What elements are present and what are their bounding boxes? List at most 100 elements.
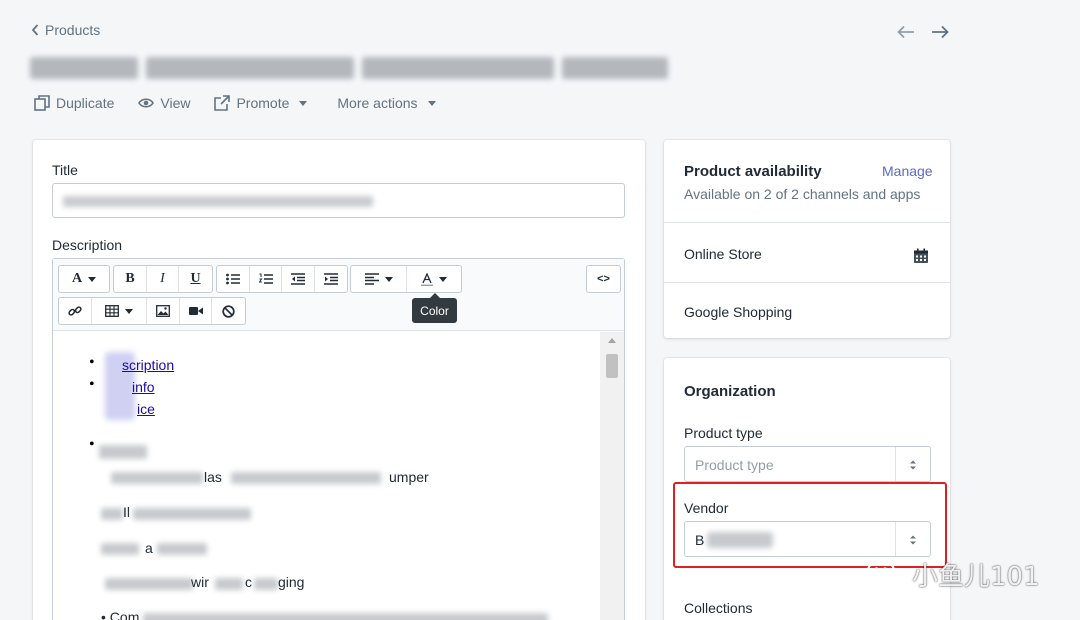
calendar-icon[interactable] bbox=[913, 248, 929, 264]
numbered-list-button[interactable] bbox=[250, 266, 282, 292]
description-label: Description bbox=[52, 237, 123, 253]
page-title-redacted bbox=[30, 55, 676, 81]
caret-down-icon bbox=[125, 308, 133, 314]
vendor-value: B bbox=[695, 532, 705, 548]
redacted-text bbox=[215, 578, 243, 590]
insert-video-button[interactable] bbox=[180, 298, 212, 324]
vendor-value-redacted bbox=[707, 532, 773, 548]
clear-format-button[interactable] bbox=[212, 298, 245, 324]
table-icon bbox=[105, 305, 119, 317]
content-fragment: wir bbox=[191, 574, 209, 590]
content-link-info[interactable]: info bbox=[132, 379, 155, 395]
font-style-label: A bbox=[71, 271, 83, 286]
content-fragment: umper bbox=[389, 469, 429, 485]
external-link-icon bbox=[214, 95, 231, 111]
redacted-text bbox=[101, 508, 123, 520]
video-camera-icon bbox=[188, 307, 203, 315]
numbered-list-icon bbox=[258, 273, 273, 284]
outdent-button[interactable] bbox=[282, 266, 315, 292]
channel-online-store: Online Store bbox=[684, 246, 762, 262]
caret-down-icon bbox=[299, 100, 308, 106]
redacted-text bbox=[231, 472, 381, 484]
caret-down-icon bbox=[427, 100, 436, 106]
content-fragment: c bbox=[245, 574, 252, 590]
image-icon bbox=[156, 305, 170, 317]
block-icon bbox=[222, 304, 235, 318]
bold-button[interactable]: B bbox=[114, 266, 147, 292]
title-input[interactable] bbox=[52, 183, 625, 218]
indent-button[interactable] bbox=[315, 266, 347, 292]
caret-down-icon bbox=[439, 276, 447, 282]
vendor-select[interactable]: B bbox=[684, 521, 931, 557]
content-fragment: • Com bbox=[101, 609, 139, 620]
editor-content-area[interactable]: • • scription info ice • las umper Il a … bbox=[53, 332, 598, 620]
view-label: View bbox=[160, 95, 191, 111]
divider bbox=[664, 222, 950, 223]
next-product-button[interactable] bbox=[930, 22, 950, 42]
content-fragment: a bbox=[145, 540, 153, 556]
insert-group bbox=[58, 297, 246, 325]
arrow-left-icon bbox=[897, 25, 914, 39]
font-group: A bbox=[58, 265, 110, 293]
text-format-group: B I U bbox=[113, 265, 213, 293]
insert-image-button[interactable] bbox=[147, 298, 180, 324]
select-divider bbox=[895, 522, 896, 556]
color-tooltip: Color bbox=[412, 293, 457, 323]
duplicate-icon bbox=[34, 95, 50, 111]
scroll-up-arrow-icon[interactable] bbox=[608, 338, 616, 343]
redacted-text bbox=[105, 578, 193, 590]
product-type-select[interactable]: Product type bbox=[684, 446, 931, 482]
html-source-button[interactable]: <> bbox=[587, 266, 620, 292]
caret-down-icon bbox=[384, 276, 393, 282]
text-color-button[interactable] bbox=[407, 266, 461, 292]
manage-link[interactable]: Manage bbox=[882, 163, 933, 179]
bullet-list-button[interactable] bbox=[217, 266, 250, 292]
content-link-price[interactable]: ice bbox=[137, 401, 155, 417]
italic-button[interactable]: I bbox=[147, 266, 179, 292]
select-arrows-icon bbox=[910, 535, 916, 545]
title-label: Title bbox=[52, 162, 78, 178]
product-actions-bar: Duplicate View Promote More actions bbox=[34, 95, 436, 111]
divider bbox=[664, 282, 950, 283]
arrow-right-icon bbox=[932, 25, 949, 39]
align-group bbox=[350, 265, 462, 293]
list-bullet: • bbox=[89, 354, 95, 371]
wechat-logo-icon bbox=[866, 558, 906, 589]
insert-link-button[interactable] bbox=[59, 298, 92, 324]
promote-label: Promote bbox=[236, 95, 290, 111]
redacted-text bbox=[101, 543, 139, 555]
underline-button[interactable]: U bbox=[179, 266, 212, 292]
watermark: 小鱼儿101 bbox=[866, 556, 1040, 593]
align-button[interactable] bbox=[351, 266, 407, 292]
chevron-left-icon bbox=[31, 24, 39, 36]
previous-product-button[interactable] bbox=[896, 22, 916, 42]
text-color-icon bbox=[421, 272, 433, 286]
editor-scrollbar[interactable] bbox=[600, 332, 624, 620]
content-link-description[interactable]: scription bbox=[122, 357, 174, 373]
duplicate-button[interactable]: Duplicate bbox=[34, 95, 114, 111]
more-actions-button[interactable]: More actions bbox=[337, 95, 436, 111]
vendor-label: Vendor bbox=[684, 500, 729, 516]
content-fragment: ging bbox=[278, 574, 305, 590]
redacted-text bbox=[143, 613, 548, 620]
editor-toolbar: A B I U <> bbox=[53, 259, 624, 331]
organization-title: Organization bbox=[684, 383, 776, 400]
watermark-text: 小鱼儿101 bbox=[912, 562, 1040, 592]
link-icon bbox=[68, 306, 82, 316]
source-group: <> bbox=[586, 265, 621, 293]
align-left-icon bbox=[364, 273, 379, 285]
back-label: Products bbox=[45, 22, 101, 38]
more-actions-label: More actions bbox=[337, 95, 418, 111]
redacted-text bbox=[254, 578, 278, 590]
redacted-text bbox=[133, 508, 251, 520]
promote-button[interactable]: Promote bbox=[214, 95, 308, 111]
list-indent-group bbox=[216, 265, 348, 293]
back-to-products-link[interactable]: Products bbox=[30, 22, 100, 38]
font-style-button[interactable]: A bbox=[59, 266, 109, 292]
availability-subtitle: Available on 2 of 2 channels and apps bbox=[684, 186, 921, 202]
insert-table-button[interactable] bbox=[92, 298, 147, 324]
select-arrows-icon bbox=[910, 460, 916, 470]
select-divider bbox=[895, 447, 896, 481]
scroll-thumb[interactable] bbox=[606, 354, 618, 378]
view-button[interactable]: View bbox=[138, 95, 190, 111]
